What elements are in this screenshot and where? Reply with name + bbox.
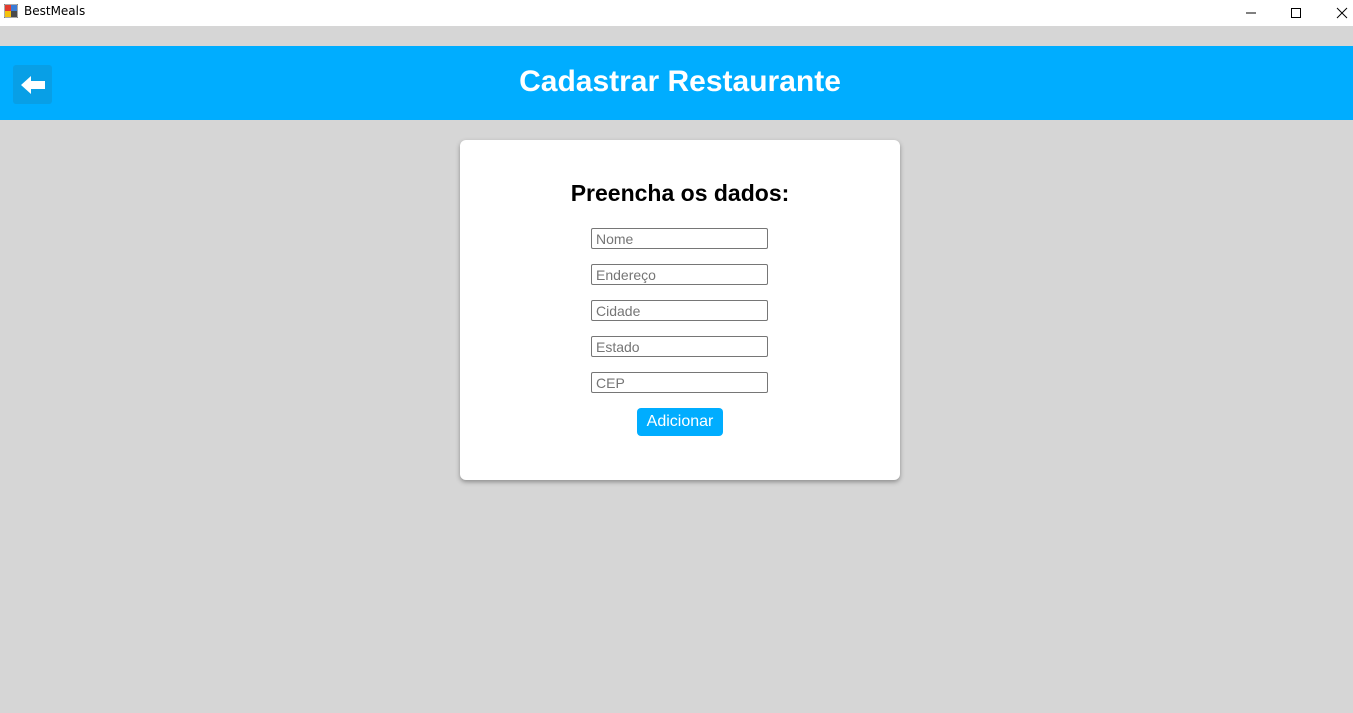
cep-input[interactable]	[591, 372, 768, 393]
endereco-input[interactable]	[591, 264, 768, 285]
form-card: Preencha os dados: Adicionar	[460, 140, 900, 480]
window-title: BestMeals	[24, 4, 86, 18]
estado-input[interactable]	[591, 336, 768, 357]
close-icon	[1336, 7, 1348, 19]
minimize-button[interactable]	[1228, 0, 1274, 26]
close-button[interactable]	[1319, 0, 1353, 26]
add-button[interactable]: Adicionar	[637, 408, 723, 436]
app-icon	[4, 4, 18, 18]
nome-input[interactable]	[591, 228, 768, 249]
page-header: Cadastrar Restaurante	[0, 46, 1353, 120]
minimize-icon	[1246, 12, 1256, 14]
form-heading: Preencha os dados:	[570, 180, 790, 206]
window-titlebar: BestMeals	[0, 0, 1353, 26]
cidade-input[interactable]	[591, 300, 768, 321]
page-title: Cadastrar Restaurante	[519, 65, 841, 98]
maximize-icon	[1291, 8, 1301, 18]
maximize-button[interactable]	[1273, 0, 1319, 26]
